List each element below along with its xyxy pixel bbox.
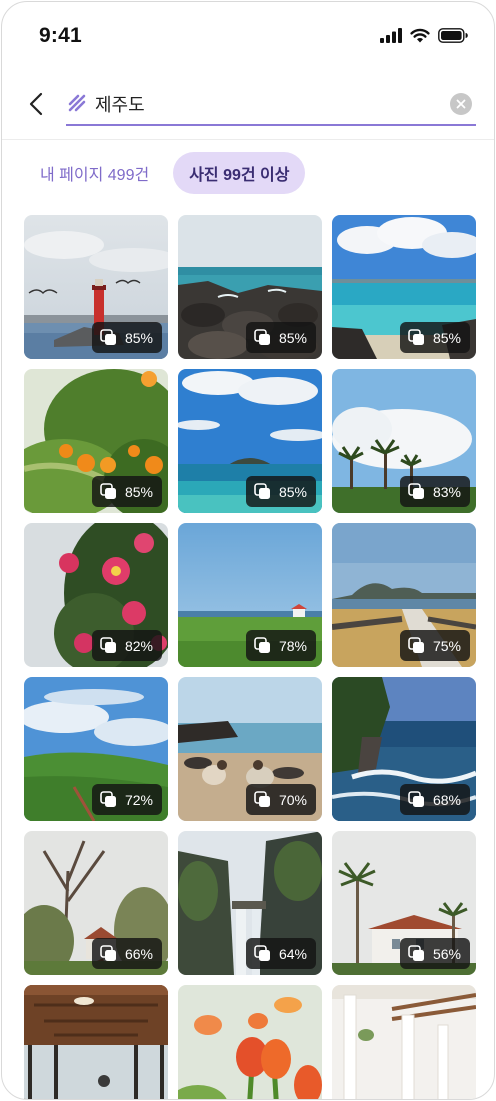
similarity-badge: 72% [91,784,162,815]
similarity-badge: 75% [399,630,470,661]
photo-tile[interactable] [178,985,322,1099]
similarity-badge: 70% [245,784,316,815]
similarity-percent: 85% [278,329,307,346]
similarity-percent: 64% [278,945,307,962]
filter-chips: 내 페이지 499건 사진 99건 이상 [24,152,306,194]
back-button[interactable] [22,90,50,118]
similarity-badge: 85% [245,322,316,353]
photo-tile[interactable]: 64% [178,831,322,975]
similarity-percent: 56% [432,945,461,962]
duplicate-icon [100,483,116,499]
photo-tile[interactable]: 85% [178,215,322,359]
similarity-badge: 56% [399,938,470,969]
similarity-badge: 66% [91,938,162,969]
wifi-icon [410,28,430,43]
duplicate-icon [100,329,116,345]
similarity-badge: 78% [245,630,316,661]
similarity-percent: 85% [124,329,153,346]
photo-tile[interactable] [332,985,476,1099]
close-icon [456,99,466,109]
similarity-badge: 85% [91,322,162,353]
photo-tile[interactable]: 72% [24,677,168,821]
photo-tile[interactable]: 70% [178,677,322,821]
filter-chip-label: 내 페이지 499건 [40,167,150,184]
similarity-percent: 85% [124,483,153,500]
similarity-percent: 82% [124,637,153,654]
photo-tile[interactable]: 78% [178,523,322,667]
similarity-badge: 85% [91,476,162,507]
photo-tile[interactable] [24,985,168,1099]
photo-tile[interactable]: 85% [24,215,168,359]
phone-frame: 9:41 제주도 내 페이지 499건 사진 99건 이상 85% 85% 85… [1,1,495,1100]
photo-tile[interactable]: 82% [24,523,168,667]
signal-icon [380,28,402,43]
photo-tile[interactable]: 85% [332,215,476,359]
ai-sparkle-icon [68,94,86,112]
search-query: 제주도 [95,95,145,115]
filter-chip-photos[interactable]: 사진 99건 이상 [173,152,306,194]
duplicate-icon [254,329,270,345]
photo-tile[interactable]: 56% [332,831,476,975]
similarity-percent: 75% [432,637,461,654]
status-bar: 9:41 [2,2,494,72]
similarity-percent: 85% [432,329,461,346]
battery-icon [438,28,468,43]
status-time: 9:41 [39,24,82,47]
photo-train-interior [24,985,168,1099]
similarity-percent: 83% [432,483,461,500]
similarity-percent: 85% [278,483,307,500]
status-icons [380,28,468,43]
clear-search-button[interactable] [450,93,472,115]
duplicate-icon [408,329,424,345]
duplicate-icon [254,791,270,807]
photo-tile[interactable]: 85% [24,369,168,513]
duplicate-icon [254,945,270,961]
duplicate-icon [100,945,116,961]
similarity-badge: 82% [91,630,162,661]
filter-chip-label: 사진 99건 이상 [189,167,290,184]
duplicate-icon [100,791,116,807]
similarity-badge: 83% [399,476,470,507]
photo-tile[interactable]: 85% [178,369,322,513]
similarity-percent: 72% [124,791,153,808]
duplicate-icon [408,637,424,653]
similarity-badge: 85% [245,476,316,507]
duplicate-icon [254,483,270,499]
duplicate-icon [100,637,116,653]
duplicate-icon [408,483,424,499]
search-header: 제주도 [2,78,494,140]
photo-tile[interactable]: 66% [24,831,168,975]
similarity-badge: 64% [245,938,316,969]
similarity-badge: 68% [399,784,470,815]
photo-tile[interactable]: 83% [332,369,476,513]
similarity-percent: 66% [124,945,153,962]
photo-white-colonnade [332,985,476,1099]
duplicate-icon [408,791,424,807]
similarity-badge: 85% [399,322,470,353]
filter-chip-my-pages[interactable]: 내 페이지 499건 [24,152,165,194]
chevron-left-icon [29,92,43,116]
photo-tile[interactable]: 68% [332,677,476,821]
similarity-percent: 68% [432,791,461,808]
duplicate-icon [254,637,270,653]
similarity-percent: 78% [278,637,307,654]
duplicate-icon [408,945,424,961]
similarity-percent: 70% [278,791,307,808]
photo-grid: 85% 85% 85% 85% 85% 83% 82% 78% 75% 72% … [24,215,477,1099]
photo-tile[interactable]: 75% [332,523,476,667]
search-input[interactable]: 제주도 [66,84,476,126]
photo-tulips [178,985,322,1099]
